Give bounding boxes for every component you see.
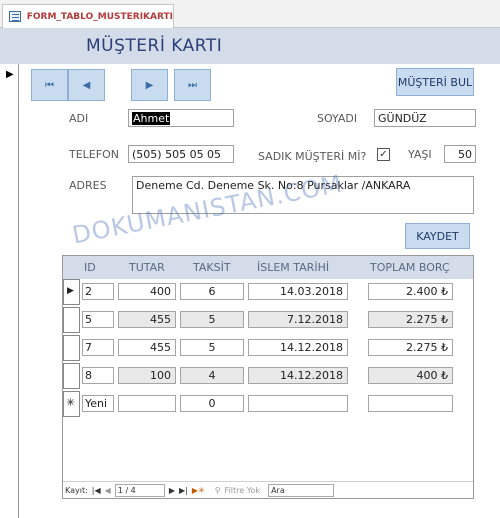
new-row-tarih[interactable] bbox=[248, 395, 348, 412]
next-icon: ▶ bbox=[145, 79, 154, 91]
cell-tarih[interactable]: 14.03.2018 bbox=[248, 283, 348, 300]
cell-tutar[interactable]: 455 bbox=[118, 339, 176, 356]
adres-label: ADRES bbox=[69, 179, 107, 192]
nav-next-icon[interactable]: ▶ bbox=[169, 486, 175, 495]
new-record-icon: ✳ bbox=[66, 396, 76, 409]
cell-id[interactable]: 5 bbox=[82, 311, 114, 328]
previous-record-button[interactable]: ◀ bbox=[68, 69, 105, 101]
column-header-id: ID bbox=[84, 261, 96, 274]
adi-value: Ahmet bbox=[132, 111, 171, 125]
filter-icon: ⚲ bbox=[214, 485, 221, 495]
adi-label: ADI bbox=[69, 112, 89, 125]
cell-id[interactable]: 8 bbox=[82, 367, 114, 384]
cell-borc[interactable]: 400 ₺ bbox=[368, 367, 453, 384]
row-selector[interactable] bbox=[63, 335, 80, 361]
form-icon bbox=[9, 11, 21, 22]
new-row-borc[interactable] bbox=[368, 395, 453, 412]
column-header-tutar: TUTAR bbox=[129, 261, 165, 274]
sadik-musteri-label: SADIK MÜŞTERİ Mİ? bbox=[258, 150, 367, 163]
cell-id[interactable]: 7 bbox=[82, 339, 114, 356]
cell-taksit[interactable]: 6 bbox=[180, 283, 244, 300]
cell-borc[interactable]: 2.275 ₺ bbox=[368, 339, 453, 356]
sadik-musteri-checkbox[interactable]: ✓ bbox=[377, 148, 390, 161]
yasi-field[interactable]: 50 bbox=[444, 145, 476, 163]
soyadi-label: SOYADI bbox=[317, 112, 358, 125]
filter-label[interactable]: Filtre Yok bbox=[225, 486, 261, 495]
row-selector[interactable] bbox=[63, 363, 80, 389]
adi-field[interactable]: Ahmet bbox=[128, 109, 234, 127]
cell-borc[interactable]: 2.400 ₺ bbox=[368, 283, 453, 300]
cell-taksit[interactable]: 5 bbox=[180, 339, 244, 356]
record-selector[interactable] bbox=[0, 64, 19, 518]
kayit-label: Kayıt: bbox=[65, 485, 88, 495]
nav-last-icon[interactable]: ▶| bbox=[179, 486, 188, 495]
first-icon: ⏮ bbox=[45, 79, 54, 91]
cell-id[interactable]: 2 bbox=[82, 283, 114, 300]
musteri-bul-button[interactable]: MÜŞTERİ BUL bbox=[396, 68, 474, 96]
page-title: MÜŞTERİ KARTI bbox=[86, 36, 223, 56]
current-row-arrow-icon: ▶ bbox=[67, 286, 74, 296]
form-tab-label: FORM_TABLO_MUSTERIKARTI bbox=[26, 11, 173, 22]
form-tab[interactable]: FORM_TABLO_MUSTERIKARTI bbox=[2, 4, 174, 28]
nav-first-icon[interactable]: |◀ bbox=[92, 486, 101, 495]
adres-field[interactable]: Deneme Cd. Deneme Sk. No:8 Pursaklar /AN… bbox=[132, 176, 474, 214]
cell-borc[interactable]: 2.275 ₺ bbox=[368, 311, 453, 328]
kaydet-button[interactable]: KAYDET bbox=[405, 223, 470, 249]
record-position-input[interactable]: 1 / 4 bbox=[114, 483, 165, 497]
cell-tarih[interactable]: 14.12.2018 bbox=[248, 367, 348, 384]
search-input[interactable]: Ara bbox=[268, 483, 335, 497]
cell-tutar[interactable]: 455 bbox=[118, 311, 176, 328]
row-selector[interactable]: ▶ bbox=[63, 279, 80, 305]
current-record-arrow-icon: ▶ bbox=[6, 69, 14, 80]
cell-tutar[interactable]: 100 bbox=[118, 367, 176, 384]
cell-tarih[interactable]: 7.12.2018 bbox=[248, 311, 348, 328]
telefon-label: TELEFON bbox=[69, 148, 119, 161]
yasi-label: YAŞI bbox=[408, 148, 432, 161]
form-header bbox=[0, 28, 500, 64]
previous-icon: ◀ bbox=[82, 79, 91, 91]
record-navigation-bar: Kayıt: |◀ ◀ 1 / 4 ▶ ▶| ▶✳ ⚲ Filtre Yok A… bbox=[63, 481, 473, 498]
last-icon: ⏭ bbox=[188, 79, 197, 91]
telefon-field[interactable]: (505) 505 05 05 bbox=[128, 145, 234, 163]
nav-prev-icon[interactable]: ◀ bbox=[105, 486, 111, 495]
column-header-islem-tarihi: İSLEM TARİHİ bbox=[257, 261, 330, 274]
first-record-button[interactable]: ⏮ bbox=[31, 69, 68, 101]
cell-taksit[interactable]: 4 bbox=[180, 367, 244, 384]
new-row-tutar[interactable] bbox=[118, 395, 176, 412]
new-row-taksit[interactable]: 0 bbox=[180, 395, 244, 412]
column-header-taksit: TAKSİT bbox=[193, 261, 231, 274]
nav-new-icon[interactable]: ▶✳ bbox=[192, 486, 205, 495]
new-row-id[interactable]: Yeni bbox=[82, 395, 114, 412]
soyadi-field[interactable]: GÜNDÜZ bbox=[374, 109, 476, 127]
row-selector[interactable] bbox=[63, 307, 80, 333]
last-record-button[interactable]: ⏭ bbox=[174, 69, 211, 101]
cell-tutar[interactable]: 400 bbox=[118, 283, 176, 300]
column-header-toplam-borc: TOPLAM BORÇ bbox=[370, 261, 450, 274]
cell-taksit[interactable]: 5 bbox=[180, 311, 244, 328]
next-record-button[interactable]: ▶ bbox=[131, 69, 168, 101]
cell-tarih[interactable]: 14.12.2018 bbox=[248, 339, 348, 356]
